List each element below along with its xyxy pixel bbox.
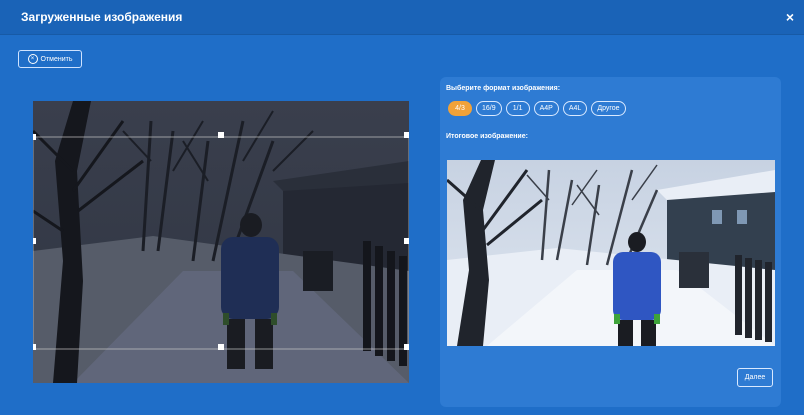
format-options: 4/3 16/9 1/1 A4P A4L Другое (448, 101, 626, 116)
format-option[interactable]: 4/3 (448, 101, 472, 116)
editor-photo (33, 101, 409, 383)
crop-handle-bottom-middle[interactable] (218, 344, 224, 350)
format-option[interactable]: 16/9 (476, 101, 502, 116)
next-button[interactable]: Далее (737, 368, 773, 387)
crop-handle-top-middle[interactable] (218, 132, 224, 138)
cancel-button-label: Отменить (40, 55, 73, 63)
close-circle-icon: × (27, 54, 38, 64)
dialog-title: Загруженные изображения (21, 10, 183, 24)
crop-handle-middle-right[interactable] (404, 238, 409, 244)
format-heading: Выберите формат изображения: (446, 85, 561, 92)
crop-handle-bottom-left[interactable] (33, 344, 36, 350)
crop-handle-top-right[interactable] (404, 132, 409, 138)
format-option[interactable]: 1/1 (505, 101, 530, 116)
result-heading: Итоговое изображение: (446, 133, 528, 140)
result-preview (447, 160, 775, 346)
format-option[interactable]: Другое (591, 101, 626, 116)
preview-photo (447, 160, 775, 346)
crop-editor[interactable] (33, 101, 409, 383)
crop-handle-bottom-right[interactable] (404, 344, 409, 350)
crop-handle-top-left[interactable] (33, 134, 36, 140)
dialog-titlebar: Загруженные изображения × (0, 0, 804, 35)
format-option[interactable]: A4L (562, 101, 588, 116)
cancel-button[interactable]: × Отменить (18, 50, 82, 68)
crop-handle-middle-left[interactable] (33, 238, 36, 244)
format-option[interactable]: A4P (533, 101, 559, 116)
close-icon[interactable]: × (786, 9, 794, 25)
